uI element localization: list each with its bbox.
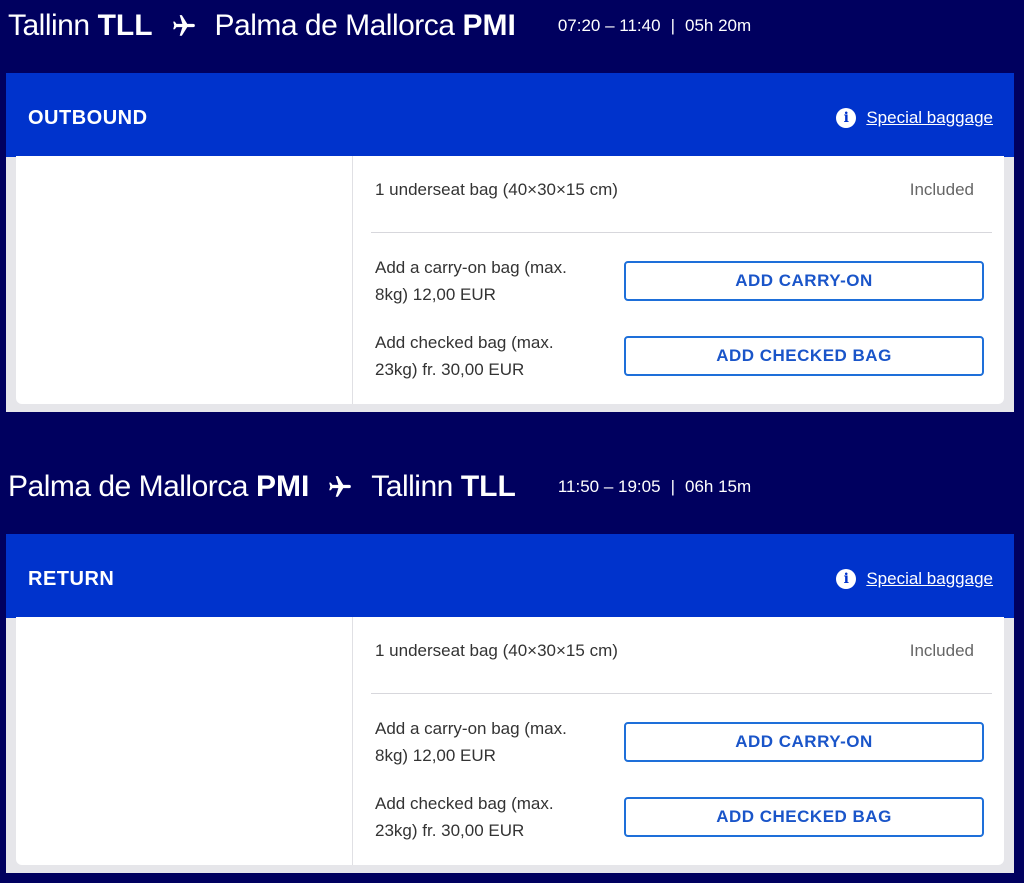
separator: | bbox=[670, 16, 675, 35]
included-row: 1 underseat bag (40×30×15 cm) Included bbox=[375, 180, 974, 200]
separator: | bbox=[670, 477, 675, 496]
plane-icon bbox=[327, 474, 353, 500]
divider bbox=[371, 232, 992, 233]
special-baggage-link[interactable]: Special baggage bbox=[866, 569, 993, 589]
time-range: 07:20 – 11:40 bbox=[557, 16, 661, 35]
included-item: 1 underseat bag (40×30×15 cm) bbox=[375, 180, 618, 199]
special-baggage[interactable]: i Special baggage bbox=[836, 108, 993, 128]
checked-bag-row: Add checked bag (max. 23kg) fr. 30,00 EU… bbox=[375, 329, 984, 383]
add-checked-bag-button[interactable]: ADD CHECKED BAG bbox=[624, 336, 984, 376]
outbound-route-header: Tallinn TLL Palma de Mallorca PMI 07:20 … bbox=[8, 6, 751, 46]
checked-bag-row: Add checked bag (max. 23kg) fr. 30,00 EU… bbox=[375, 790, 984, 844]
destination-city: Palma de Mallorca bbox=[214, 9, 455, 42]
origin-city: Palma de Mallorca bbox=[8, 470, 248, 503]
included-status: Included bbox=[909, 641, 974, 660]
checked-bag-description: Add checked bag (max. 23kg) fr. 30,00 EU… bbox=[375, 333, 554, 379]
time-range: 11:50 – 19:05 bbox=[557, 477, 661, 496]
special-baggage-link[interactable]: Special baggage bbox=[866, 108, 993, 128]
carry-on-row: Add a carry-on bag (max. 8kg) 12,00 EUR … bbox=[375, 254, 984, 308]
section-header: OUTBOUND i Special baggage bbox=[6, 73, 1014, 157]
baggage-card: 1 underseat bag (40×30×15 cm) Included A… bbox=[16, 617, 1004, 865]
carry-on-description: Add a carry-on bag (max. 8kg) 12,00 EUR bbox=[375, 258, 567, 304]
destination-code: PMI bbox=[462, 9, 516, 42]
section-label: RETURN bbox=[28, 568, 115, 590]
flight-duration: 06h 15m bbox=[684, 477, 752, 496]
section-body: 1 underseat bag (40×30×15 cm) Included A… bbox=[6, 617, 1014, 873]
card-left-panel bbox=[16, 617, 353, 865]
included-row: 1 underseat bag (40×30×15 cm) Included bbox=[375, 641, 974, 661]
flight-times: 11:50 – 19:05 | 06h 15m bbox=[558, 477, 751, 497]
divider bbox=[371, 693, 992, 694]
return-section: RETURN i Special baggage 1 underseat bag… bbox=[6, 534, 1014, 873]
card-right-panel: 1 underseat bag (40×30×15 cm) Included A… bbox=[353, 617, 1004, 865]
carry-on-description: Add a carry-on bag (max. 8kg) 12,00 EUR bbox=[375, 719, 567, 765]
origin-city: Tallinn bbox=[8, 9, 90, 42]
card-right-panel: 1 underseat bag (40×30×15 cm) Included A… bbox=[353, 156, 1004, 404]
add-checked-bag-button[interactable]: ADD CHECKED BAG bbox=[624, 797, 984, 837]
origin-code: TLL bbox=[97, 9, 153, 42]
info-icon: i bbox=[836, 569, 857, 589]
card-left-panel bbox=[16, 156, 353, 404]
info-icon: i bbox=[836, 108, 857, 128]
baggage-card: 1 underseat bag (40×30×15 cm) Included A… bbox=[16, 156, 1004, 404]
included-status: Included bbox=[909, 180, 974, 199]
plane-icon bbox=[171, 13, 197, 39]
outbound-section: OUTBOUND i Special baggage 1 underseat b… bbox=[6, 73, 1014, 412]
section-header: RETURN i Special baggage bbox=[6, 534, 1014, 618]
origin-code: PMI bbox=[255, 470, 310, 503]
add-carry-on-button[interactable]: ADD CARRY-ON bbox=[624, 261, 984, 301]
carry-on-row: Add a carry-on bag (max. 8kg) 12,00 EUR … bbox=[375, 715, 984, 769]
flight-times: 07:20 – 11:40 | 05h 20m bbox=[558, 16, 751, 36]
special-baggage[interactable]: i Special baggage bbox=[836, 569, 993, 589]
destination-code: TLL bbox=[460, 470, 516, 503]
return-route-header: Palma de Mallorca PMI Tallinn TLL 11:50 … bbox=[8, 467, 751, 507]
destination-city: Tallinn bbox=[371, 470, 453, 503]
section-label: OUTBOUND bbox=[28, 107, 148, 129]
add-carry-on-button[interactable]: ADD CARRY-ON bbox=[624, 722, 984, 762]
flight-duration: 05h 20m bbox=[684, 16, 752, 35]
checked-bag-description: Add checked bag (max. 23kg) fr. 30,00 EU… bbox=[375, 794, 554, 840]
included-item: 1 underseat bag (40×30×15 cm) bbox=[375, 641, 618, 660]
section-body: 1 underseat bag (40×30×15 cm) Included A… bbox=[6, 156, 1014, 412]
